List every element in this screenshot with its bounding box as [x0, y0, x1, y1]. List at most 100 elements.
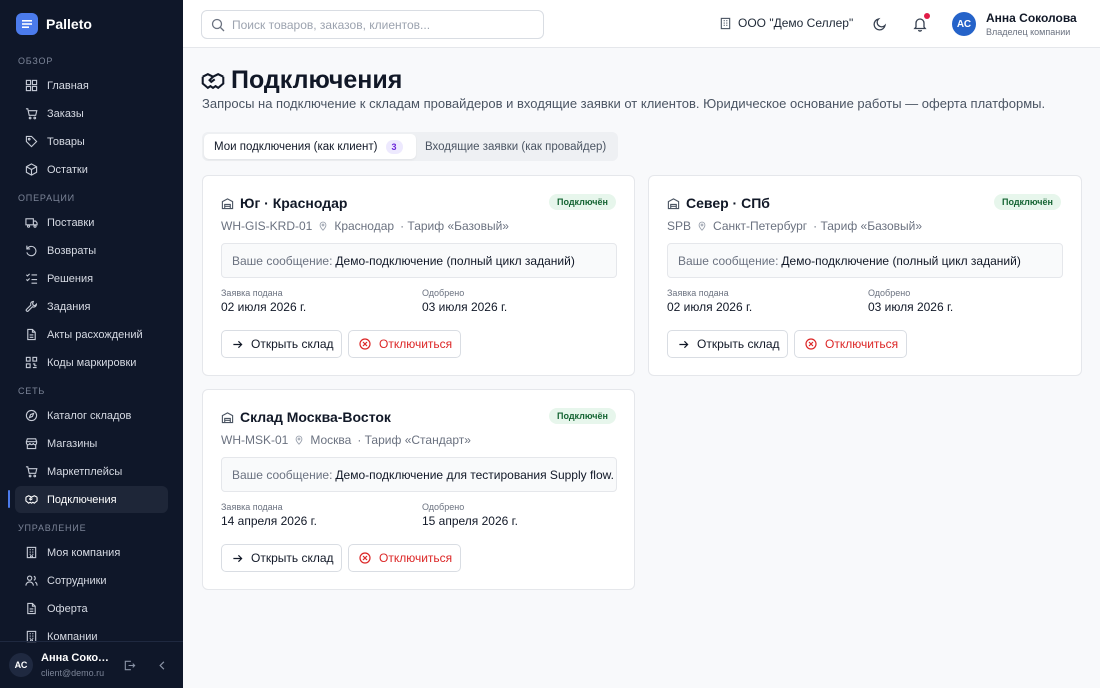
tab-my-connections[interactable]: Мои подключения (как клиент) 3: [204, 134, 416, 159]
button-label: Отключиться: [825, 337, 899, 351]
collapse-sidebar-icon[interactable]: [156, 659, 169, 672]
warehouse-city: Санкт-Петербург: [713, 219, 808, 233]
sidebar-item-label: Остатки: [47, 163, 88, 176]
box-icon: [25, 163, 38, 176]
disconnect-button[interactable]: Отключиться: [348, 544, 461, 572]
tariff: · Тариф «Базовый»: [400, 219, 509, 233]
submitted-label: Заявка подана: [667, 288, 729, 298]
message-box: Ваше сообщение: Демо-подключение (полный…: [667, 243, 1063, 278]
handshake-icon: [201, 72, 225, 89]
return-icon: [26, 245, 37, 257]
brand[interactable]: Palleto: [16, 13, 92, 35]
avatar[interactable]: АС: [9, 653, 33, 677]
company-selector[interactable]: ООО "Демо Селлер": [719, 16, 853, 30]
logout-icon[interactable]: [123, 659, 136, 672]
nav-section-title: Обзор: [18, 56, 54, 66]
submitted-date: 02 июля 2026 г.: [221, 300, 307, 314]
connection-card: Юг · Краснодар Подключён WH-GIS-KRD-01 К…: [202, 175, 635, 376]
disconnect-button[interactable]: Отключиться: [794, 330, 907, 358]
sidebar-item-products[interactable]: Товары: [15, 128, 168, 155]
sidebar-item-label: Каталог складов: [47, 409, 132, 422]
message-label: Ваше сообщение:: [232, 467, 333, 482]
open-warehouse-button[interactable]: Открыть склад: [221, 330, 342, 358]
home-icon: [25, 79, 38, 92]
sidebar-user-name: Анна Соколова: [41, 652, 111, 664]
location-pin-icon: [698, 221, 706, 231]
warehouse-city: Москва: [310, 433, 352, 447]
button-label: Отключиться: [379, 551, 453, 565]
sidebar-item-offer[interactable]: Оферта: [15, 595, 168, 622]
warehouse-city: Краснодар: [334, 219, 395, 233]
connection-card: Склад Москва-Восток Подключён WH-MSK-01 …: [202, 389, 635, 590]
sidebar-item-label: Акты расхождений: [47, 328, 143, 341]
card-meta: WH-GIS-KRD-01 Краснодар · Тариф «Базовый…: [221, 219, 509, 233]
search-input[interactable]: [232, 17, 532, 32]
sidebar-item-label: Главная: [47, 79, 89, 92]
sidebar-item-employees[interactable]: Сотрудники: [15, 567, 168, 594]
sidebar-item-discrepancies[interactable]: Акты расхождений: [15, 321, 168, 348]
search-box[interactable]: [201, 10, 544, 39]
sidebar-item-marking-codes[interactable]: Коды маркировки: [15, 349, 168, 376]
store-icon: [25, 438, 38, 450]
sidebar-item-orders[interactable]: Заказы: [15, 100, 168, 127]
tab-bar: Мои подключения (как клиент) 3 Входящие …: [202, 132, 618, 161]
submitted-date: 02 июля 2026 г.: [667, 300, 753, 314]
open-warehouse-button[interactable]: Открыть склад: [221, 544, 342, 572]
sidebar-item-warehouse-catalog[interactable]: Каталог складов: [15, 402, 168, 429]
checklist-icon: [25, 273, 38, 284]
open-warehouse-button[interactable]: Открыть склад: [667, 330, 788, 358]
page-subtitle: Запросы на подключение к складам провайд…: [202, 96, 1046, 111]
users-icon: [25, 575, 38, 586]
sidebar-item-decisions[interactable]: Решения: [15, 265, 168, 292]
nav-section-title: Операции: [18, 193, 75, 203]
submitted-label: Заявка подана: [221, 502, 283, 512]
notification-dot: [924, 13, 930, 19]
sidebar-item-stores[interactable]: Магазины: [15, 430, 168, 457]
message-box: Ваше сообщение: Демо-подключение для тес…: [221, 457, 617, 492]
card-meta: WH-MSK-01 Москва · Тариф «Стандарт»: [221, 433, 471, 447]
sidebar-item-label: Оферта: [47, 602, 88, 615]
tab-incoming-requests[interactable]: Входящие заявки (как провайдер): [425, 134, 606, 159]
sidebar-item-label: Моя компания: [47, 546, 121, 559]
sidebar-item-my-company[interactable]: Моя компания: [15, 539, 168, 566]
sidebar-item-supplies[interactable]: Поставки: [15, 209, 168, 236]
arrow-right-icon: [233, 340, 243, 348]
approved-label: Одобрено: [422, 502, 465, 512]
sidebar-item-label: Сотрудники: [47, 574, 107, 587]
approved-label: Одобрено: [422, 288, 465, 298]
count-badge: 3: [385, 139, 403, 154]
arrow-right-icon: [233, 554, 243, 562]
message-text: Демо-подключение для тестирования Supply…: [335, 467, 614, 482]
document-icon: [27, 328, 36, 341]
approved-date: 03 июля 2026 г.: [422, 300, 508, 314]
avatar[interactable]: АС: [952, 12, 976, 36]
status-badge: Подключён: [549, 408, 616, 424]
message-text: Демо-подключение (полный цикл заданий): [335, 253, 575, 268]
sidebar-item-connections[interactable]: Подключения: [15, 486, 168, 513]
sidebar-item-label: Заказы: [47, 107, 84, 120]
message-label: Ваше сообщение:: [678, 253, 779, 268]
sidebar-item-label: Возвраты: [47, 244, 97, 257]
warehouse-icon: [221, 411, 234, 423]
cart-icon: [25, 108, 38, 120]
cart-icon: [25, 466, 38, 478]
sidebar-item-home[interactable]: Главная: [15, 72, 168, 99]
sidebar-item-returns[interactable]: Возвраты: [15, 237, 168, 264]
approved-date: 03 июля 2026 г.: [868, 300, 954, 314]
sidebar-item-tasks[interactable]: Задания: [15, 293, 168, 320]
sidebar-item-marketplaces[interactable]: Маркетплейсы: [15, 458, 168, 485]
status-badge: Подключён: [994, 194, 1061, 210]
nav-section-title: Управление: [18, 523, 87, 533]
sidebar-item-stock[interactable]: Остатки: [15, 156, 168, 183]
top-bar: ООО "Демо Селлер" АС Анна Соколова Владе…: [183, 0, 1100, 48]
search-icon: [211, 18, 225, 31]
message-text: Демо-подключение (полный цикл заданий): [781, 253, 1021, 268]
button-label: Открыть склад: [697, 337, 780, 351]
sidebar-item-label: Решения: [47, 272, 94, 285]
theme-toggle-icon[interactable]: [872, 16, 888, 32]
user-name[interactable]: Анна Соколова: [986, 11, 1077, 25]
page-header: Подключения: [201, 66, 402, 95]
handshake-icon: [25, 495, 38, 504]
sidebar-item-label: Товары: [47, 135, 85, 148]
disconnect-button[interactable]: Отключиться: [348, 330, 461, 358]
